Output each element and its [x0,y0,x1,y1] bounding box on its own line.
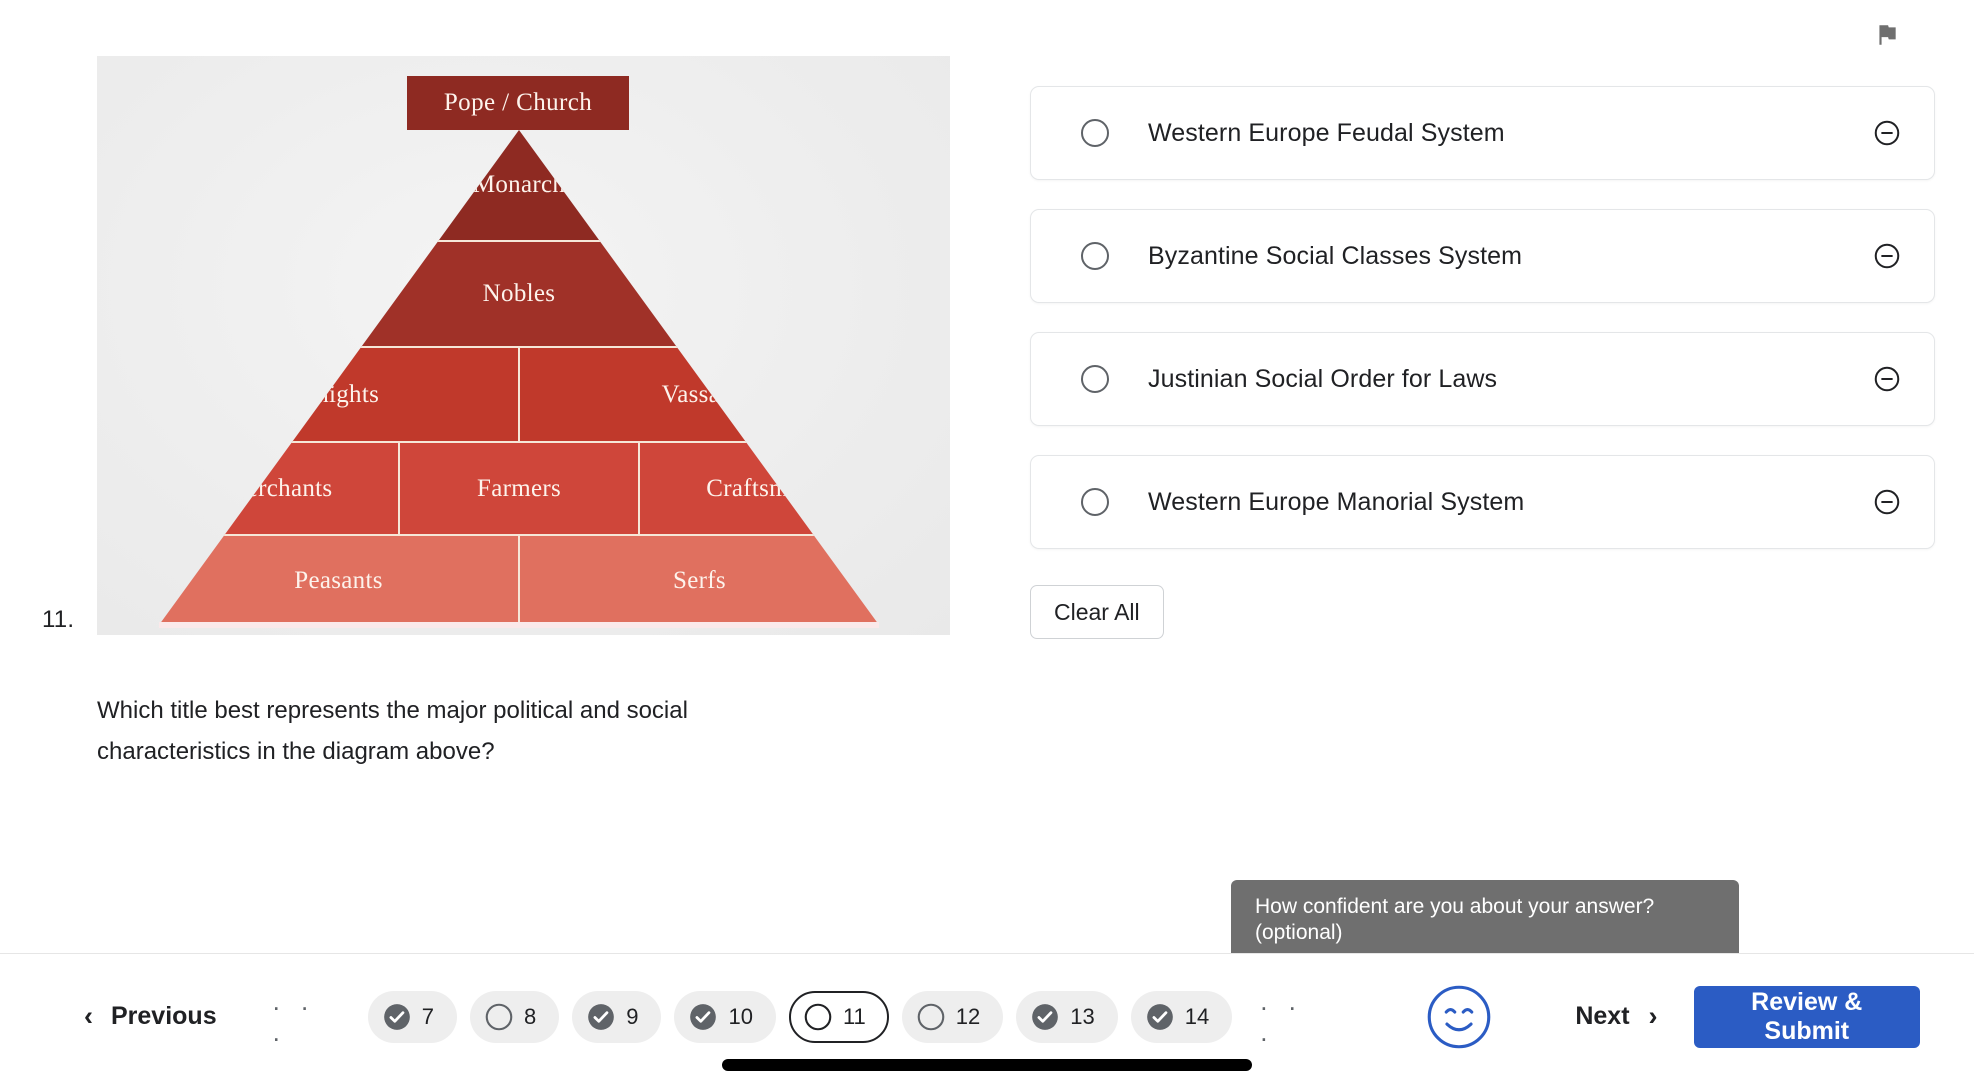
ellipsis-right: . . . [1260,985,1303,1047]
empty-circle-icon [804,1003,832,1030]
question-number: 11. [42,606,75,633]
pill-number: 14 [1184,1003,1210,1029]
question-pill-13[interactable]: 13 [1016,990,1118,1043]
pyramid-shape: Monarch Nobles Knights Vassals Merchants… [159,130,879,625]
check-circle-icon [1032,1003,1059,1030]
next-label: Next [1575,1002,1630,1030]
flag-question-button[interactable] [1870,18,1904,52]
answer-option-4[interactable]: Western Europe Manorial System [1030,455,1935,549]
pill-number: 10 [728,1003,753,1029]
pyramid-row: Knights Vassals [159,348,879,443]
answer-option-label-4: Western Europe Manorial System [1148,487,1525,516]
pill-number: 13 [1070,1003,1095,1029]
pill-number: 11 [842,1003,866,1029]
pyramid-row: Nobles [159,242,879,348]
pyramid-top-banner: Pope / Church [407,76,629,130]
smiley-face-icon [1428,985,1491,1048]
ellipsis-left: . . . [272,985,316,1047]
diagram-canvas: Pope / Church Monarch Nobles Knights Vas… [97,56,950,635]
check-circle-icon [588,1003,615,1030]
pyramid-cell: Craftsmen [638,443,879,534]
pill-number: 7 [421,1003,434,1029]
previous-question-button[interactable]: ‹ Previous [84,1002,217,1031]
answer-option-1[interactable]: Western Europe Feudal System [1030,86,1935,180]
pyramid-cell: Knights [297,380,380,408]
chevron-right-icon: › [1648,1001,1658,1031]
check-circle-icon [1146,1003,1173,1030]
pyramid-row: Merchants Farmers Craftsmen [159,443,879,536]
home-indicator [722,1059,1252,1071]
minus-circle-icon [1874,120,1900,146]
answer-option-3[interactable]: Justinian Social Order for Laws [1030,332,1935,426]
question-pill-8[interactable]: 8 [469,990,560,1043]
answer-options-column: Western Europe Feudal System Byzantine S… [1030,86,1935,639]
pill-number: 8 [523,1003,537,1029]
feudal-pyramid-diagram: Pope / Church Monarch Nobles Knights Vas… [97,56,950,635]
next-question-button[interactable]: Next › [1575,1002,1657,1031]
pyramid-cell: Serfs [518,536,879,625]
pill-number: 12 [955,1003,981,1029]
empty-circle-icon [917,1003,945,1030]
confidence-rating-button[interactable] [1425,983,1493,1051]
assessment-question-page: 11. Pope / Church Monarch Nobles Knights… [0,0,1974,1079]
pyramid-cell: Monarch [472,171,566,198]
radio-button-1[interactable] [1081,119,1109,147]
previous-label: Previous [111,1002,217,1030]
pyramid-row: Peasants Serfs [159,536,879,625]
minus-circle-icon [1874,489,1900,515]
question-pill-7[interactable]: 7 [367,990,457,1043]
answer-option-label-1: Western Europe Feudal System [1148,118,1505,147]
pyramid-row: Monarch [159,130,879,242]
confidence-tooltip: How confident are you about your answer?… [1231,880,1739,979]
pyramid-cell: Nobles [482,280,556,307]
pill-number: 9 [626,1003,639,1029]
radio-button-4[interactable] [1081,488,1109,516]
answer-option-label-3: Justinian Social Order for Laws [1148,364,1498,393]
minus-circle-icon [1874,243,1900,269]
question-pill-12[interactable]: 12 [901,990,1004,1043]
question-stem-column: 11. Pope / Church Monarch Nobles Knights… [0,0,980,930]
answer-option-2[interactable]: Byzantine Social Classes System [1030,209,1935,303]
eliminate-option-1-button[interactable] [1872,118,1902,148]
pyramid-base-edge [159,622,879,628]
eliminate-option-3-button[interactable] [1872,364,1902,394]
pyramid-cell: Vassals [518,348,879,441]
clear-all-button[interactable]: Clear All [1030,585,1164,639]
check-circle-icon [383,1003,410,1030]
empty-circle-icon [485,1003,513,1030]
pyramid-cell: Farmers [397,443,639,534]
review-and-submit-button[interactable]: Review & Submit [1693,985,1921,1048]
chevron-left-icon: ‹ [84,1001,93,1031]
question-pill-10[interactable]: 10 [674,990,776,1043]
question-pills: 7 8 9 10 11 12 13 14 [367,990,1233,1043]
pyramid-cell: Peasants [294,566,383,594]
radio-button-3[interactable] [1081,365,1109,393]
eliminate-option-4-button[interactable] [1872,487,1902,517]
question-pill-14[interactable]: 14 [1130,990,1233,1043]
minus-circle-icon [1874,366,1900,392]
flag-icon [1879,25,1896,45]
question-pill-11[interactable]: 11 [788,990,889,1043]
question-text: Which title best represents the major po… [97,697,688,765]
eliminate-option-2-button[interactable] [1872,241,1902,271]
answer-option-label-2: Byzantine Social Classes System [1148,241,1523,270]
pyramid-cell: Merchants [224,474,333,502]
question-pill-9[interactable]: 9 [572,990,662,1043]
check-circle-icon [690,1003,717,1030]
radio-button-2[interactable] [1081,242,1109,270]
